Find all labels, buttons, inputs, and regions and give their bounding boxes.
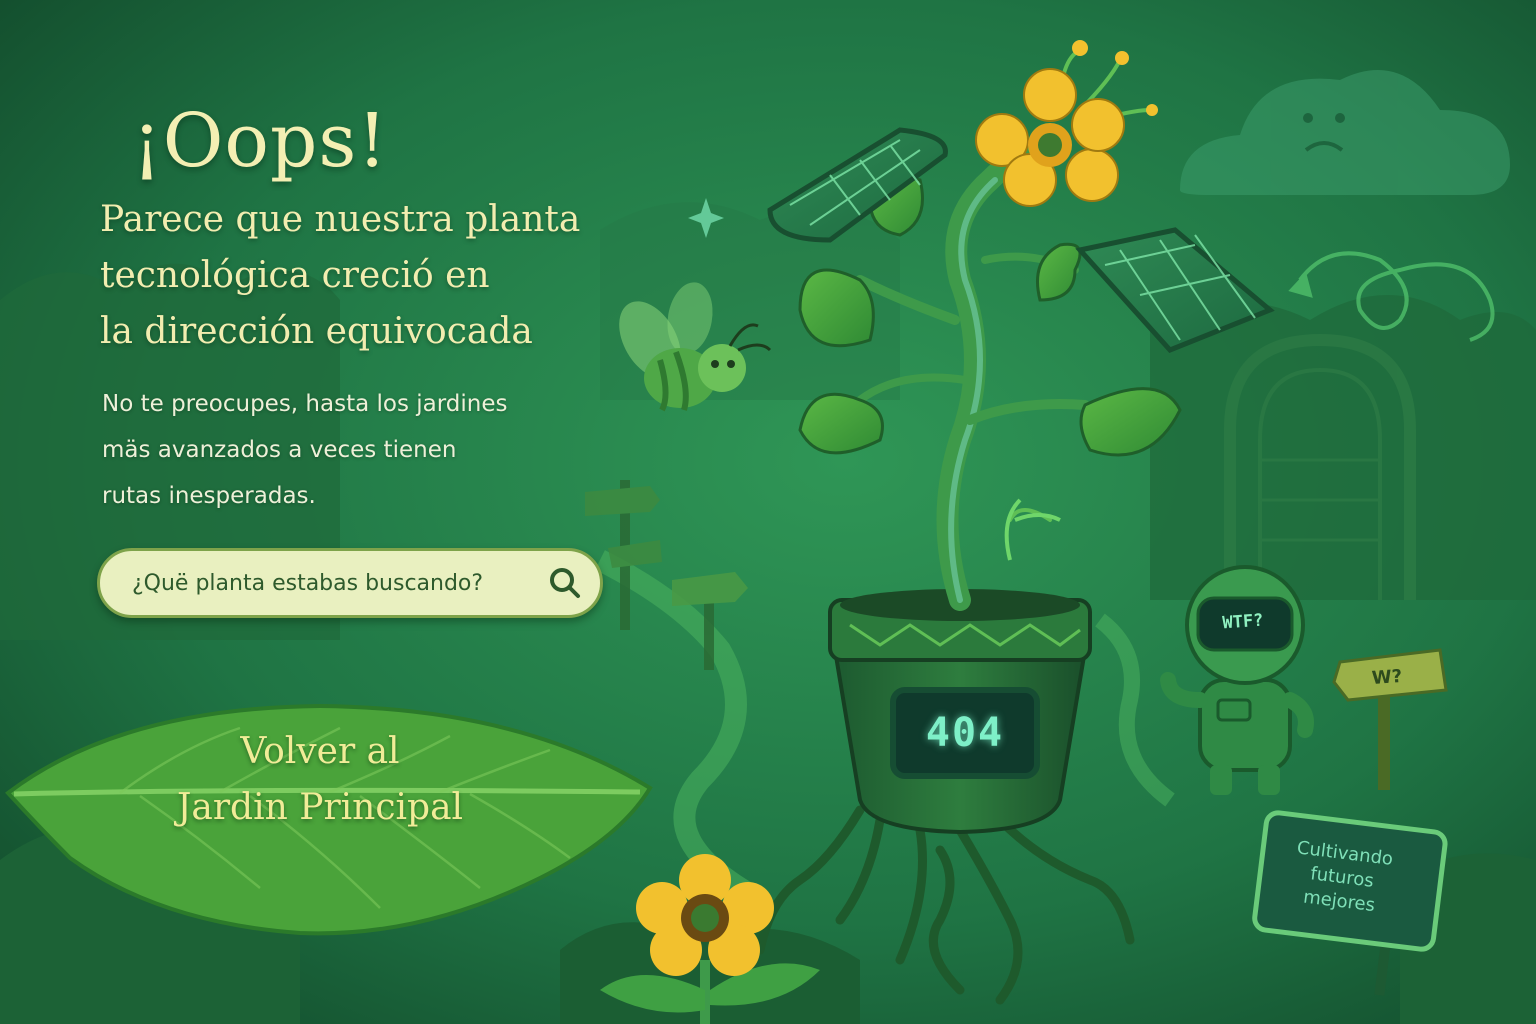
- page-subtitle: Parece que nuestra planta tecnológica cr…: [100, 192, 660, 360]
- search-input[interactable]: [130, 569, 548, 597]
- description-line: No te preocupes, hasta los jardines: [102, 391, 508, 417]
- page-description: No te preocupes, hasta los jardines mäs …: [102, 381, 602, 519]
- subtitle-line: tecnológica creció en: [100, 255, 490, 296]
- subtitle-line: Parece que nuestra planta: [100, 199, 581, 240]
- error-code-display: 404: [925, 710, 1005, 756]
- search-icon[interactable]: [548, 566, 582, 600]
- error-page: ¡Oops! Parece que nuestra planta tecnoló…: [0, 0, 1536, 1024]
- subtitle-line: la dirección equivocada: [100, 311, 533, 352]
- description-line: mäs avanzados a veces tienen: [102, 437, 457, 463]
- back-to-home-button[interactable]: Volver al Jardin Principal: [0, 688, 660, 948]
- search-bar: [97, 548, 603, 618]
- back-to-home-label-line: Volver al: [240, 731, 400, 772]
- signpost-text: W?: [1371, 665, 1403, 689]
- back-to-home-label-line: Jardin Principal: [176, 787, 464, 828]
- robot-screen-text: WTF?: [1221, 610, 1265, 634]
- description-line: rutas inesperadas.: [102, 483, 316, 509]
- page-title: ¡Oops!: [132, 98, 389, 184]
- back-to-home-label: Volver al Jardin Principal: [110, 724, 530, 836]
